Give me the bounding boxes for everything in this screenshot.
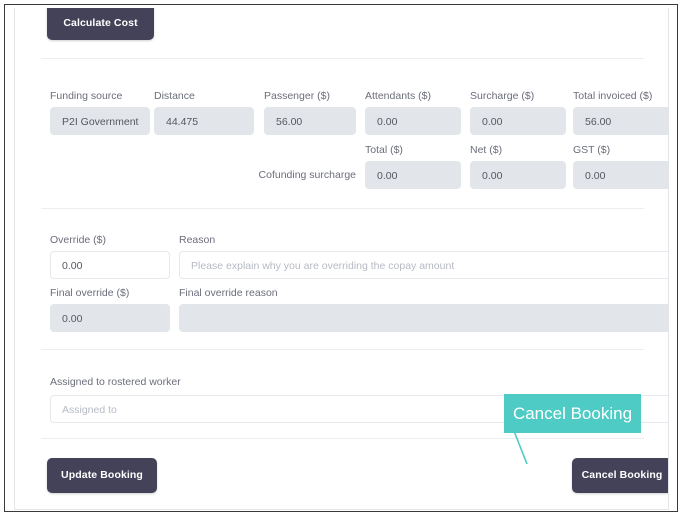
divider-assigned (41, 349, 644, 350)
field-final-override-reason (179, 304, 668, 332)
label-funding-source: Funding source (50, 90, 123, 102)
cancel-booking-callout: Cancel Booking (504, 394, 641, 433)
field-total[interactable]: 0.00 (365, 161, 461, 189)
field-surcharge[interactable]: 0.00 (470, 107, 566, 135)
field-final-override: 0.00 (50, 304, 170, 332)
divider-override (41, 208, 644, 209)
screenshot-frame: Calculate Cost Funding source P2I Govern… (4, 4, 678, 512)
label-cofunding-surcharge: Cofunding surcharge (258, 169, 356, 181)
label-reason: Reason (179, 234, 216, 246)
field-distance[interactable]: 44.475 (154, 107, 254, 135)
label-override: Override ($) (50, 234, 107, 246)
field-gst[interactable]: 0.00 (573, 161, 668, 189)
label-final-override: Final override ($) (50, 287, 130, 299)
field-total-invoiced[interactable]: 56.00 (573, 107, 668, 135)
field-passenger[interactable]: 56.00 (264, 107, 356, 135)
label-total: Total ($) (365, 144, 403, 156)
reason-input[interactable]: Please explain why you are overriding th… (179, 251, 668, 279)
divider-actions (41, 438, 644, 439)
label-final-override-reason: Final override reason (179, 287, 278, 299)
label-total-invoiced: Total invoiced ($) (573, 90, 653, 102)
field-attendants[interactable]: 0.00 (365, 107, 461, 135)
calculate-cost-button[interactable]: Calculate Cost (47, 8, 154, 40)
label-surcharge: Surcharge ($) (470, 90, 535, 102)
label-distance: Distance (154, 90, 195, 102)
field-net[interactable]: 0.00 (470, 161, 566, 189)
divider-top (41, 58, 644, 59)
field-funding-source[interactable]: P2I Government (50, 107, 150, 135)
field-override[interactable]: 0.00 (50, 251, 170, 279)
update-booking-button[interactable]: Update Booking (47, 458, 157, 493)
label-gst: GST ($) (573, 144, 611, 156)
booking-cost-card: Calculate Cost Funding source P2I Govern… (14, 8, 669, 510)
label-attendants: Attendants ($) (365, 90, 431, 102)
cancel-booking-button[interactable]: Cancel Booking (572, 458, 668, 493)
label-net: Net ($) (470, 144, 503, 156)
label-passenger: Passenger ($) (264, 90, 330, 102)
label-assigned-to-rostered-worker: Assigned to rostered worker (50, 376, 181, 388)
